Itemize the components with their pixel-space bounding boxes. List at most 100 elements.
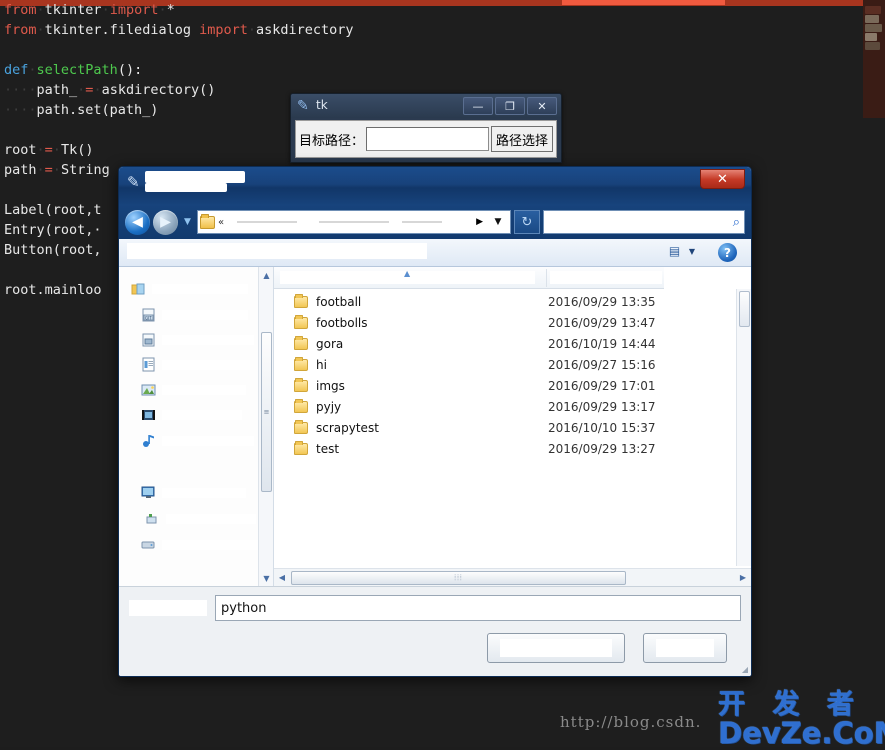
watermark-url: http://blog.csdn. xyxy=(560,713,702,731)
minimap-row xyxy=(865,42,880,50)
minimap-row xyxy=(865,33,877,41)
chevron-down-icon[interactable]: ▼ xyxy=(689,247,695,256)
minimap-row xyxy=(865,6,881,14)
file-date: 2016/10/10 15:37 xyxy=(548,420,656,435)
nav-item[interactable] xyxy=(145,511,256,527)
nav-item[interactable] xyxy=(141,407,242,423)
documents-icon xyxy=(141,332,157,348)
file-name: test xyxy=(316,441,340,456)
address-chevron-icon[interactable]: « xyxy=(218,217,224,228)
file-list-horizontal-scrollbar[interactable]: ◀ ⦙⦙⦙ ▶ xyxy=(274,568,751,586)
navigation-pane-scrollbar[interactable]: ▲ ≡ ▼ xyxy=(258,267,273,586)
tk-window-titlebar[interactable]: ✎ tk — ❐ ✕ xyxy=(291,94,561,118)
nav-item[interactable] xyxy=(141,537,258,553)
scrollbar-thumb[interactable]: ≡ xyxy=(261,332,272,492)
file-date: 2016/09/27 15:16 xyxy=(548,357,656,372)
address-bar[interactable]: « ▶ ▼ xyxy=(197,210,511,234)
resize-grip-icon[interactable]: ◢ xyxy=(742,665,748,674)
view-list-icon[interactable]: ▤ xyxy=(669,244,685,258)
drive-icon xyxy=(141,537,157,553)
scroll-right-arrow[interactable]: ▶ xyxy=(735,573,751,582)
tk-window-body: 目标路径： 路径选择 xyxy=(295,120,557,158)
nav-label-redacted xyxy=(162,360,250,370)
nav-item[interactable] xyxy=(141,382,246,398)
nav-label-redacted xyxy=(162,436,254,446)
scroll-down-arrow[interactable]: ▼ xyxy=(259,570,273,586)
nav-item[interactable] xyxy=(141,433,254,449)
search-placeholder-redacted xyxy=(548,216,733,228)
nav-label-redacted xyxy=(162,540,258,550)
confirm-button[interactable] xyxy=(487,633,625,663)
scroll-up-arrow[interactable]: ▲ xyxy=(259,267,273,283)
file-list-vertical-scrollbar[interactable] xyxy=(736,289,751,566)
code-line: def·selectPath(): xyxy=(4,62,143,78)
nav-item[interactable] xyxy=(141,332,254,348)
folder-icon xyxy=(294,356,308,371)
help-icon[interactable]: ? xyxy=(718,243,737,262)
maximize-button[interactable]: ❐ xyxy=(495,97,525,115)
filename-row: python xyxy=(129,595,741,621)
nav-item[interactable] xyxy=(141,485,246,501)
scrollbar-thumb[interactable] xyxy=(739,291,750,327)
file-date: 2016/09/29 17:01 xyxy=(548,378,656,393)
computer-icon xyxy=(141,485,157,501)
search-box[interactable]: ⌕ xyxy=(543,210,745,234)
svg-text:GIT: GIT xyxy=(145,316,152,321)
nav-label-redacted xyxy=(152,284,248,294)
target-path-input[interactable] xyxy=(366,127,489,151)
view-mode-control[interactable]: ▤ ▼ xyxy=(669,244,695,258)
scrollbar-thumb[interactable]: ⦙⦙⦙ xyxy=(291,570,626,585)
network-icon xyxy=(145,511,161,527)
folder-icon xyxy=(294,440,308,455)
search-icon: ⌕ xyxy=(732,214,740,230)
address-breadcrumb-arrow[interactable]: ▶ xyxy=(476,217,485,227)
dialog-close-button[interactable]: ✕ xyxy=(700,169,745,189)
file-list-pane[interactable]: ▲ football 2016/09/29 13:35 footbolls 2016/… xyxy=(274,267,751,586)
dialog-navigation-bar: ◀ ▶ ▼ « ▶ ▼ ↻ ⌕ xyxy=(119,205,751,239)
dialog-title-redacted-secondary xyxy=(145,183,227,192)
nav-label-redacted xyxy=(162,310,248,320)
file-date: 2016/09/29 13:35 xyxy=(548,294,656,309)
code-line: from·tkinter·import·* xyxy=(4,2,175,18)
text-document-icon xyxy=(141,357,157,373)
refresh-button[interactable]: ↻ xyxy=(514,210,540,234)
dialog-toolbar: ▤ ▼ ? xyxy=(119,239,751,267)
folder-icon xyxy=(131,281,147,297)
scroll-left-arrow[interactable]: ◀ xyxy=(274,573,290,582)
minimap-row xyxy=(865,15,879,23)
folder-browse-dialog[interactable]: ✎ ✕ ◀ ▶ ▼ « ▶ ▼ ↻ ⌕ ▤ ▼ ? GIT ▲ ≡ ▼ ▲ fo… xyxy=(118,166,752,677)
minimap-row xyxy=(865,24,882,32)
nav-item[interactable]: GIT xyxy=(141,307,248,323)
folder-icon xyxy=(294,419,308,434)
close-button[interactable]: ✕ xyxy=(527,97,557,115)
column-divider[interactable] xyxy=(546,269,547,287)
cancel-button[interactable] xyxy=(643,633,727,663)
folder-icon xyxy=(294,314,308,329)
select-path-button[interactable]: 路径选择 xyxy=(490,126,553,152)
back-button[interactable]: ◀ xyxy=(125,209,150,235)
minimize-button[interactable]: — xyxy=(463,97,493,115)
folder-icon xyxy=(294,335,308,350)
tk-application-window[interactable]: ✎ tk — ❐ ✕ 目标路径： 路径选择 xyxy=(290,93,562,163)
forward-button[interactable]: ▶ xyxy=(153,209,178,235)
folder-icon xyxy=(294,293,308,308)
dialog-title-redacted xyxy=(145,171,245,183)
history-dropdown-icon[interactable]: ▼ xyxy=(181,217,194,227)
editor-minimap[interactable] xyxy=(863,0,885,118)
filename-input[interactable]: python xyxy=(215,595,741,621)
nav-item[interactable] xyxy=(131,281,248,297)
dialog-titlebar[interactable]: ✎ ✕ xyxy=(119,167,751,205)
nav-label-redacted xyxy=(162,410,242,420)
address-path-redacted xyxy=(227,215,474,229)
documents-icon: GIT xyxy=(141,307,157,323)
music-icon xyxy=(141,433,157,449)
folder-icon xyxy=(200,213,215,229)
pictures-icon xyxy=(141,382,157,398)
file-name: footbolls xyxy=(316,315,368,330)
address-dropdown-icon[interactable]: ▼ xyxy=(488,217,508,227)
nav-item[interactable] xyxy=(141,357,250,373)
nav-label-redacted xyxy=(162,335,254,345)
navigation-pane[interactable]: GIT ▲ ≡ ▼ xyxy=(119,267,274,586)
file-name: pyjy xyxy=(316,399,342,414)
